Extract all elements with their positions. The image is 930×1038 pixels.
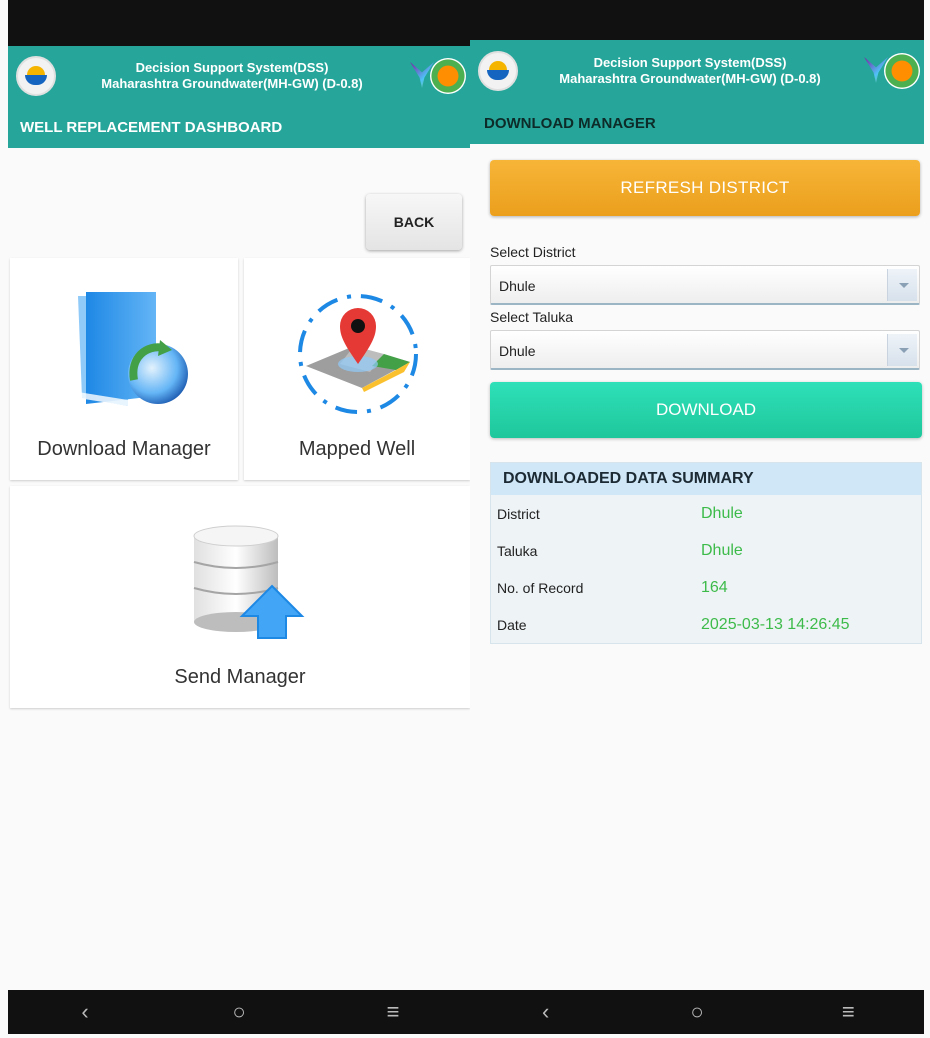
- taluka-select[interactable]: Dhule: [490, 330, 920, 370]
- download-manager-screen: Decision Support System(DSS) Maharashtra…: [470, 0, 930, 1038]
- chevron-down-icon[interactable]: [887, 334, 917, 366]
- app-title: Decision Support System(DSS) Maharashtra…: [518, 55, 862, 87]
- map-pin-icon: [298, 294, 418, 414]
- summary-row: District Dhule: [491, 495, 921, 532]
- summary-row: Date 2025-03-13 14:26:45: [491, 606, 921, 643]
- system-nav-bar: ‹ ○ ≡: [470, 990, 924, 1034]
- system-nav-bar: ‹ ○ ≡: [8, 990, 470, 1034]
- nav-back-icon[interactable]: ‹: [8, 990, 162, 1034]
- chevron-down-icon[interactable]: [887, 269, 917, 301]
- summary-value: Dhule: [701, 504, 743, 522]
- mapped-well-label: Mapped Well: [298, 438, 416, 460]
- dashboard-screen: Decision Support System(DSS) Maharashtra…: [0, 0, 470, 1038]
- nav-home-icon[interactable]: ○: [162, 990, 316, 1034]
- taluka-label: Select Taluka: [490, 309, 574, 325]
- summary-key: Date: [497, 616, 527, 633]
- summary-key: Taluka: [497, 542, 538, 559]
- status-bar: [8, 0, 470, 46]
- nav-home-icon[interactable]: ○: [621, 990, 772, 1034]
- summary-value: Dhule: [701, 541, 743, 559]
- refresh-district-button[interactable]: REFRESH DISTRICT: [490, 160, 920, 216]
- nav-menu-icon[interactable]: ≡: [773, 990, 924, 1034]
- nav-menu-icon[interactable]: ≡: [316, 990, 470, 1034]
- app-title: Decision Support System(DSS) Maharashtra…: [56, 60, 408, 92]
- app-header: Decision Support System(DSS) Maharashtra…: [470, 40, 924, 102]
- district-select[interactable]: Dhule: [490, 265, 920, 305]
- app-title-line1: Decision Support System(DSS): [593, 55, 787, 70]
- download-form: REFRESH DISTRICT Select District Dhule S…: [490, 160, 922, 644]
- partner-logo-icon: [408, 52, 470, 100]
- summary-row: No. of Record 164: [491, 569, 921, 606]
- district-select-value: Dhule: [499, 278, 536, 294]
- department-logo-icon: [16, 56, 56, 96]
- page-title: WELL REPLACEMENT DASHBOARD: [8, 106, 470, 148]
- mapped-well-tile[interactable]: Mapped Well: [244, 258, 470, 480]
- data-summary-panel: DOWNLOADED DATA SUMMARY District Dhule T…: [490, 462, 922, 644]
- summary-value: 164: [701, 578, 728, 596]
- partner-logo-icon: [862, 47, 924, 95]
- download-manager-label: Download Manager: [37, 438, 211, 460]
- summary-key: No. of Record: [497, 579, 584, 596]
- taluka-select-value: Dhule: [499, 343, 536, 359]
- summary-heading: DOWNLOADED DATA SUMMARY: [491, 463, 921, 495]
- summary-value: 2025-03-13 14:26:45: [701, 615, 850, 633]
- summary-row: Taluka Dhule: [491, 532, 921, 569]
- send-manager-label: Send Manager: [174, 666, 306, 688]
- app-title-line2: Maharashtra Groundwater(MH-GW) (D-0.8): [559, 71, 821, 86]
- download-manager-tile[interactable]: Download Manager: [10, 258, 238, 480]
- department-logo-icon: [478, 51, 518, 91]
- folder-globe-icon: [78, 292, 188, 406]
- send-manager-tile[interactable]: Send Manager: [10, 486, 470, 708]
- nav-back-icon[interactable]: ‹: [470, 990, 621, 1034]
- back-button[interactable]: BACK: [366, 194, 462, 250]
- page-title: DOWNLOAD MANAGER: [470, 102, 924, 144]
- database-upload-icon: [193, 525, 305, 639]
- app-title-line1: Decision Support System(DSS): [135, 60, 329, 75]
- summary-key: District: [497, 505, 540, 522]
- app-header: Decision Support System(DSS) Maharashtra…: [8, 46, 470, 106]
- download-button[interactable]: DOWNLOAD: [490, 382, 922, 438]
- app-title-line2: Maharashtra Groundwater(MH-GW) (D-0.8): [101, 76, 363, 91]
- district-label: Select District: [490, 244, 576, 260]
